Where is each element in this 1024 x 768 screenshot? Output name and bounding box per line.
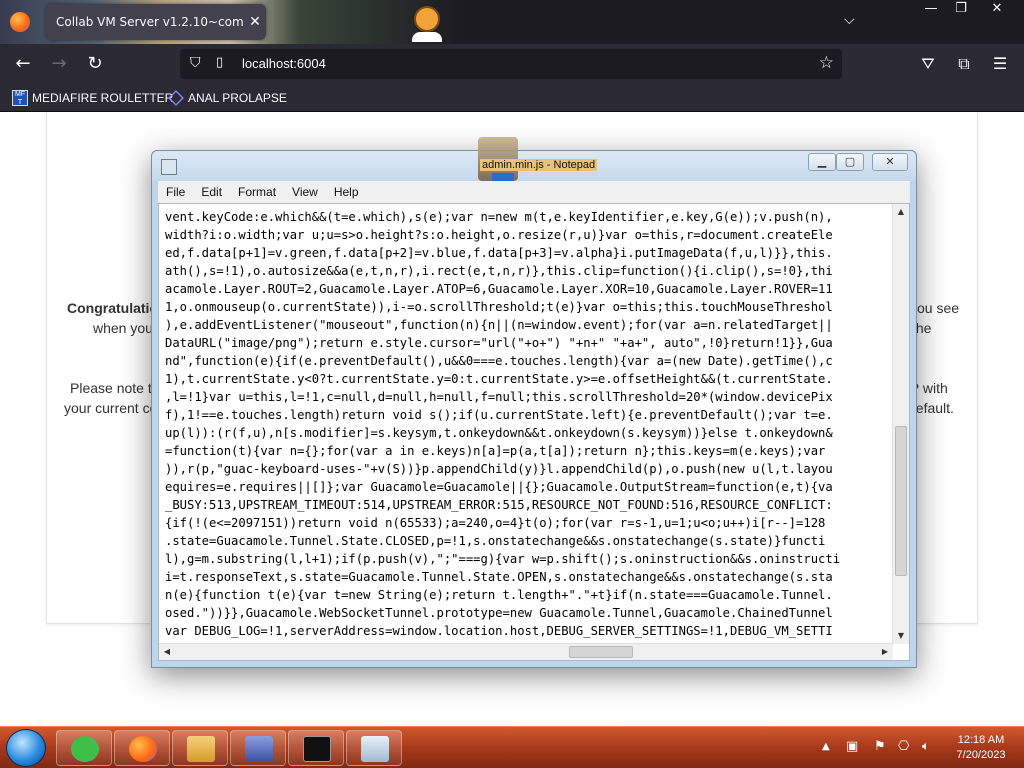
notepad-line: var DEBUG_LOG=!1,serverAddress=window.lo… bbox=[165, 624, 833, 638]
restore-icon[interactable]: ❐ bbox=[944, 0, 978, 20]
notepad-line: nd",function(e){if(e.preventDefault(),u&… bbox=[165, 354, 833, 368]
scroll-right-icon[interactable]: ▶ bbox=[877, 644, 893, 660]
notepad-line: osed."))}},Guacamole.WebSocketTunnel.pro… bbox=[165, 606, 833, 620]
notepad-line: n(e){function t(e){var t=new String(e);r… bbox=[165, 588, 833, 602]
notepad-line: acamole.Layer.ROUT=2,Guacamole.Layer.ATO… bbox=[165, 282, 833, 296]
notepad-title: admin.min.js - Notepad bbox=[480, 159, 598, 171]
bookmark-favicon-icon bbox=[168, 90, 184, 106]
scroll-left-icon[interactable]: ◀ bbox=[159, 644, 175, 660]
page-text-line3-left: Please note th bbox=[70, 380, 160, 396]
vertical-scrollbar[interactable]: ▲ ▼ bbox=[892, 204, 909, 644]
minimize-icon[interactable]: — bbox=[914, 0, 948, 20]
notepad-line: {if(!(e<=2097151))return void n(65533);a… bbox=[165, 516, 826, 530]
forward-icon[interactable]: → bbox=[46, 52, 72, 76]
action-center-flag-icon[interactable]: ⚑ bbox=[874, 739, 886, 754]
pocket-icon[interactable]: ⛛ bbox=[916, 54, 940, 74]
tracking-shield-icon[interactable]: ⛉ bbox=[190, 55, 201, 71]
notepad-line: ,l=!1}var u=this,l=!1,c=null,d=null,h=nu… bbox=[165, 390, 833, 404]
clock-date: 7/20/2023 bbox=[956, 749, 1006, 761]
tray-expand-icon[interactable]: ▲ bbox=[822, 741, 830, 752]
menu-edit[interactable]: Edit bbox=[193, 185, 230, 199]
taskbar-notepad[interactable] bbox=[346, 730, 402, 766]
taskbar-app-window[interactable] bbox=[230, 730, 286, 766]
notepad-line: equires=e.requires||[]};var Guacamole=Gu… bbox=[165, 480, 833, 494]
page-text-line4-left: your current co bbox=[64, 400, 158, 416]
notepad-text-area[interactable]: vent.keyCode:e.which&&(t=e.which),s(e);v… bbox=[158, 203, 910, 661]
taskbar-app-green[interactable] bbox=[56, 730, 112, 766]
horizontal-scrollbar[interactable]: ◀ ▶ bbox=[159, 643, 893, 660]
notepad-line: )),r(p,"guac-keyboard-uses-"+v(S))}p.app… bbox=[165, 462, 833, 476]
notepad-close-icon[interactable]: ✕ bbox=[872, 153, 908, 171]
mediafire-icon: MF T bbox=[12, 90, 28, 106]
reload-icon[interactable]: ↻ bbox=[82, 52, 108, 76]
close-window-icon[interactable]: ✕ bbox=[980, 0, 1014, 20]
notepad-line: l),g=m.substring(l,l+1);if(p.push(v),";"… bbox=[165, 552, 841, 566]
notepad-line: 1,o.onmouseup(o.currentState)),i-=o.scro… bbox=[165, 300, 833, 314]
scroll-down-icon[interactable]: ▼ bbox=[893, 628, 909, 644]
page-info-icon[interactable]: ▯ bbox=[216, 55, 223, 70]
taskbar-cmd[interactable] bbox=[288, 730, 344, 766]
menu-view[interactable]: View bbox=[284, 185, 326, 199]
character-avatar-icon bbox=[412, 6, 442, 42]
bookmark-label: MEDIAFIRE ROULETTER bbox=[32, 91, 174, 105]
notepad-maximize-icon[interactable]: ▢ bbox=[836, 153, 864, 171]
taskbar: ▲ ▣ ⚑ ⎔ 🔈︎ 12:18 AM 7/20/2023 bbox=[0, 726, 1024, 768]
notepad-line: ed,f.data[p+1]=v.green,f.data[p+2]=v.blu… bbox=[165, 246, 833, 260]
notepad-window[interactable]: admin.min.js - Notepad ▁ ▢ ✕ File Edit F… bbox=[151, 137, 917, 668]
notepad-line: _BUSY:513,UPSTREAM_TIMEOUT:514,UPSTREAM_… bbox=[165, 498, 833, 512]
volume-icon[interactable]: 🔈︎ bbox=[922, 739, 930, 754]
taskbar-explorer[interactable] bbox=[172, 730, 228, 766]
notepad-title-bar[interactable]: admin.min.js - Notepad ▁ ▢ ✕ bbox=[152, 137, 916, 183]
notepad-minimize-icon[interactable]: ▁ bbox=[808, 153, 836, 171]
url-text[interactable]: localhost:6004 bbox=[242, 56, 326, 71]
notepad-line: up(l)):(r(f,u),n[s.modifier]=s.keysym,t.… bbox=[165, 426, 833, 440]
menu-icon[interactable]: ☰ bbox=[988, 54, 1012, 73]
bookmarks-toolbar: MF T MEDIAFIRE ROULETTER ANAL PROLAPSE bbox=[0, 84, 1024, 112]
menu-help[interactable]: Help bbox=[326, 185, 367, 199]
page-text-line1-right: you see bbox=[910, 300, 960, 316]
notepad-line: i=t.responseText,s.state=Guacamole.Tunne… bbox=[165, 570, 833, 584]
menu-file[interactable]: File bbox=[158, 185, 193, 199]
url-bar[interactable]: ⛉ ▯ localhost:6004 ☆ bbox=[180, 49, 842, 79]
notepad-line: vent.keyCode:e.which&&(t=e.which),s(e);v… bbox=[165, 210, 833, 224]
notepad-menu-bar: File Edit Format View Help bbox=[158, 181, 910, 203]
vertical-scroll-thumb[interactable] bbox=[895, 426, 907, 576]
notepad-text-content[interactable]: vent.keyCode:e.which&&(t=e.which),s(e);v… bbox=[165, 208, 891, 640]
bookmark-anal-prolapse[interactable]: ANAL PROLAPSE bbox=[168, 90, 287, 106]
tab-title: Collab VM Server v1.2.10~computer bbox=[56, 15, 244, 29]
menu-format[interactable]: Format bbox=[230, 185, 284, 199]
notepad-line: ),e.addEventListener("mouseout",function… bbox=[165, 318, 833, 332]
tray-app-icon[interactable]: ▣ bbox=[846, 739, 858, 754]
page-text-line1-left: Congratulatio bbox=[67, 300, 158, 316]
notepad-line: .state=Guacamole.Tunnel.State.CLOSED,p=!… bbox=[165, 534, 826, 548]
taskbar-firefox[interactable] bbox=[114, 730, 170, 766]
notepad-icon bbox=[161, 159, 177, 175]
start-button[interactable] bbox=[6, 729, 46, 767]
horizontal-scroll-thumb[interactable] bbox=[569, 646, 633, 658]
list-all-tabs-icon[interactable]: ⌵ bbox=[844, 12, 855, 28]
tab-close-icon[interactable]: ✕ bbox=[244, 14, 266, 30]
notepad-line: width?i:o.width;var u;u=s>o.height?s:o.h… bbox=[165, 228, 833, 242]
browser-tab[interactable]: Collab VM Server v1.2.10~computer ✕ bbox=[46, 4, 266, 40]
extensions-icon[interactable]: ⧉ bbox=[952, 54, 976, 74]
browser-nav-bar: ← → ↻ ⛉ ▯ localhost:6004 ☆ ⛛ ⧉ ☰ bbox=[0, 44, 1024, 84]
network-icon[interactable]: ⎔ bbox=[898, 739, 909, 754]
notepad-line: ath(),s=!1),o.autosize&&a(e,t,n,r),i.rec… bbox=[165, 264, 833, 278]
notepad-line: f),1!==e.touches.length)return void s();… bbox=[165, 408, 833, 422]
taskbar-clock[interactable]: 12:18 AM 7/20/2023 bbox=[950, 733, 1012, 763]
browser-tab-bar: Collab VM Server v1.2.10~computer ✕ ⌵ — … bbox=[0, 0, 1024, 44]
firefox-icon bbox=[10, 12, 30, 32]
clock-time: 12:18 AM bbox=[957, 734, 1005, 746]
back-icon[interactable]: ← bbox=[10, 52, 36, 76]
bookmark-star-icon[interactable]: ☆ bbox=[819, 53, 834, 73]
bookmark-label: ANAL PROLAPSE bbox=[188, 91, 287, 105]
scroll-up-icon[interactable]: ▲ bbox=[893, 204, 909, 220]
notepad-line: =function(t){var n={};for(var a in e.key… bbox=[165, 444, 826, 458]
bookmark-mediafire-rouletter[interactable]: MF T MEDIAFIRE ROULETTER bbox=[12, 90, 173, 106]
notepad-line: DataURL("image/png");return e.style.curs… bbox=[165, 336, 833, 350]
notepad-line: 1),t.currentState.y<0?t.currentState.y=0… bbox=[165, 372, 833, 386]
page-text-line2-left: when you bbox=[93, 320, 153, 336]
